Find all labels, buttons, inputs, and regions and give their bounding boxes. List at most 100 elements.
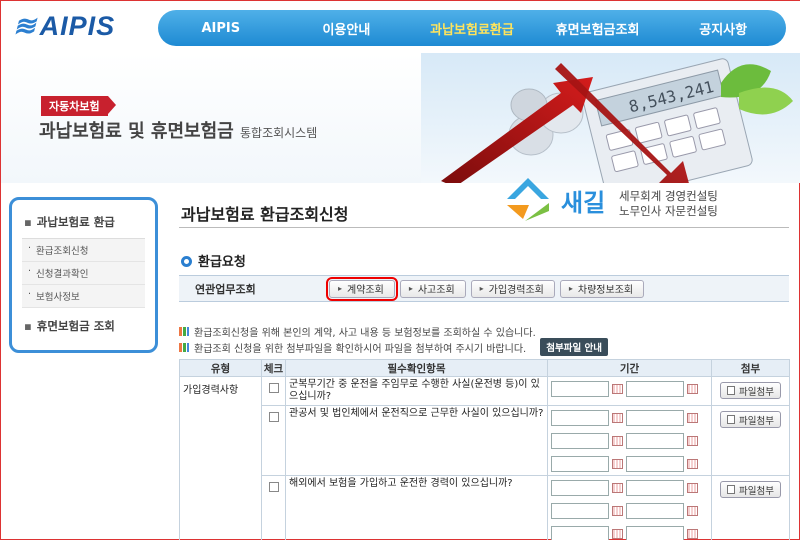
- table-row: 해외에서 보험을 가입하고 운전한 경력이 있으십니까? 파일첨부: [180, 475, 790, 540]
- start-date-input[interactable]: [551, 525, 609, 540]
- logo-text: AIPIS: [39, 11, 116, 41]
- start-date-input[interactable]: [551, 479, 609, 496]
- file-attach-label: 파일첨부: [739, 415, 774, 427]
- table-row: 가입경력사항 군복무기간 중 운전을 주임무로 수행한 사실(운전병 등)이 있으…: [179, 376, 790, 540]
- calendar-icon[interactable]: [612, 412, 623, 423]
- calendar-icon[interactable]: [612, 528, 623, 539]
- period-row: [551, 452, 708, 475]
- nav-item-2[interactable]: 이용안내: [284, 19, 410, 38]
- notice-block: 환급조회신청을 위해 본인의 계약, 사고 내용 등 보험정보를 조회하실 수 …: [179, 323, 789, 356]
- section-title-text: 환급요청: [198, 255, 246, 270]
- file-attach-button[interactable]: 파일첨부: [720, 481, 781, 498]
- column-header-4: 기간: [547, 359, 712, 377]
- brand-line-1: 세무회계 경영컨설팅: [619, 189, 718, 203]
- start-date-input[interactable]: [551, 432, 609, 449]
- start-date-input[interactable]: [551, 409, 609, 426]
- title-divider: [179, 227, 789, 228]
- end-date-input[interactable]: [626, 455, 684, 472]
- period-row: [551, 406, 708, 429]
- file-attach-label: 파일첨부: [739, 386, 774, 398]
- question-cell: 관공서 및 법인체에서 운전직으로 근무한 사실이 있으십니까?: [285, 405, 548, 476]
- table-header-row: 유형 체크 필수확인항목 기간 첨부: [179, 359, 790, 377]
- question-cell: 군복무기간 중 운전을 주임무로 수행한 사실(운전병 등)이 있으십니까?: [285, 376, 548, 406]
- nav-item-1[interactable]: AIPIS: [158, 21, 284, 36]
- attachment-guide-button[interactable]: 첨부파일 안내: [540, 338, 608, 356]
- nav-item-3[interactable]: 과납보험료환급: [409, 19, 535, 38]
- sidebar: 과납보험료 환급 환급조회신청신청결과확인보험사정보 휴면보험금 조회: [9, 197, 158, 353]
- file-attach-button[interactable]: 파일첨부: [720, 382, 781, 399]
- section-title: 환급요청: [181, 251, 246, 270]
- brand-line-2: 노무인사 자문컨설팅: [619, 204, 718, 218]
- sidebar-group-refund[interactable]: 과납보험료 환급: [24, 214, 145, 230]
- calendar-icon[interactable]: [612, 482, 623, 493]
- brand-mark-icon: [507, 178, 549, 221]
- calendar-icon[interactable]: [612, 458, 623, 469]
- period-cell: [547, 405, 712, 476]
- question-cell: 해외에서 보험을 가입하고 운전한 경력이 있으십니까?: [285, 475, 548, 540]
- period-row: [551, 377, 708, 400]
- page-title: 과납보험료 환급조회신청: [181, 205, 349, 224]
- sidebar-item-3[interactable]: 보험사정보: [22, 285, 145, 308]
- chart-bullet-icon: [179, 342, 189, 352]
- calendar-icon[interactable]: [687, 528, 698, 539]
- calendar-icon[interactable]: [687, 383, 698, 394]
- check-cell: [261, 405, 286, 476]
- period-cell: [547, 376, 712, 406]
- nav-item-5[interactable]: 공지사항: [660, 19, 786, 38]
- related-button-2[interactable]: 사고조회: [399, 279, 466, 298]
- aipis-logo[interactable]: ≋ AIPIS: [13, 11, 115, 42]
- top-bar: ≋ AIPIS AIPIS 이용안내 과납보험료환급 휴면보험금조회 공지사항: [1, 1, 800, 53]
- row-checkbox[interactable]: [268, 412, 279, 422]
- calendar-icon[interactable]: [612, 435, 623, 446]
- calendar-icon[interactable]: [612, 505, 623, 516]
- sidebar-submenu: 환급조회신청신청결과확인보험사정보: [22, 238, 145, 308]
- chart-bullet-icon: [179, 326, 189, 336]
- main-navigation: AIPIS 이용안내 과납보험료환급 휴면보험금조회 공지사항: [158, 10, 786, 46]
- attach-cell: 파일첨부: [711, 475, 790, 540]
- column-header-2: 체크: [261, 359, 286, 377]
- related-button-3[interactable]: 가입경력조회: [470, 279, 555, 298]
- period-row: [551, 522, 708, 540]
- row-type-cell: 가입경력사항: [179, 376, 262, 540]
- sidebar-group-dormant[interactable]: 휴면보험금 조회: [24, 318, 145, 334]
- check-cell: [261, 475, 286, 540]
- end-date-input[interactable]: [626, 409, 684, 426]
- calendar-icon[interactable]: [612, 383, 623, 394]
- notice-text-1: 환급조회신청을 위해 본인의 계약, 사고 내용 등 보험정보를 조회하실 수 …: [194, 327, 536, 339]
- calendar-icon[interactable]: [687, 458, 698, 469]
- column-header-3: 필수확인항목: [285, 359, 548, 377]
- table-body: 가입경력사항 군복무기간 중 운전을 주임무로 수행한 사실(운전병 등)이 있으…: [179, 376, 790, 540]
- row-checkbox[interactable]: [268, 383, 279, 393]
- start-date-input[interactable]: [551, 502, 609, 519]
- table-row: 관공서 및 법인체에서 운전직으로 근무한 사실이 있으십니까? 파일첨부: [180, 405, 790, 476]
- sidebar-item-2[interactable]: 신청결과확인: [22, 262, 145, 285]
- period-row: [551, 476, 708, 499]
- end-date-input[interactable]: [626, 525, 684, 540]
- file-attach-button[interactable]: 파일첨부: [720, 411, 781, 428]
- banner-badge: 자동차보험: [41, 96, 116, 116]
- end-date-input[interactable]: [626, 502, 684, 519]
- end-date-input[interactable]: [626, 479, 684, 496]
- nav-item-4[interactable]: 휴면보험금조회: [535, 19, 661, 38]
- required-check-table: 유형 체크 필수확인항목 기간 첨부 가입경력사항 군복무기간 중 운전을 주임무로 수행…: [179, 359, 790, 540]
- calendar-icon[interactable]: [687, 435, 698, 446]
- notice-line: 환급조회신청을 위해 본인의 계약, 사고 내용 등 보험정보를 조회하실 수 …: [179, 323, 789, 339]
- notice-text-2: 환급조회 신청을 위한 첨부파일을 확인하시어 파일을 첨부하여 주시기 바랍니…: [194, 343, 527, 355]
- row-checkbox[interactable]: [268, 482, 279, 492]
- period-row: [551, 499, 708, 522]
- calendar-icon[interactable]: [687, 482, 698, 493]
- end-date-input[interactable]: [626, 432, 684, 449]
- start-date-input[interactable]: [551, 380, 609, 397]
- related-button-1[interactable]: 계약조회: [326, 276, 398, 301]
- end-date-input[interactable]: [626, 380, 684, 397]
- hero-banner: 자동차보험 과납보험료 및 휴면보험금 통합조회시스템 8,543,241: [1, 53, 800, 183]
- calculator-coins-illustration: 8,543,241: [421, 53, 800, 183]
- start-date-input[interactable]: [551, 455, 609, 472]
- brand-logo: 새길 세무회계 경영컨설팅 노무인사 자문컨설팅: [503, 175, 763, 223]
- brand-name: 새길: [561, 189, 606, 217]
- calendar-icon[interactable]: [687, 412, 698, 423]
- sidebar-item-1[interactable]: 환급조회신청: [22, 239, 145, 262]
- calendar-icon[interactable]: [687, 505, 698, 516]
- file-icon: [727, 485, 736, 494]
- related-button-4[interactable]: 차량정보조회: [559, 279, 645, 298]
